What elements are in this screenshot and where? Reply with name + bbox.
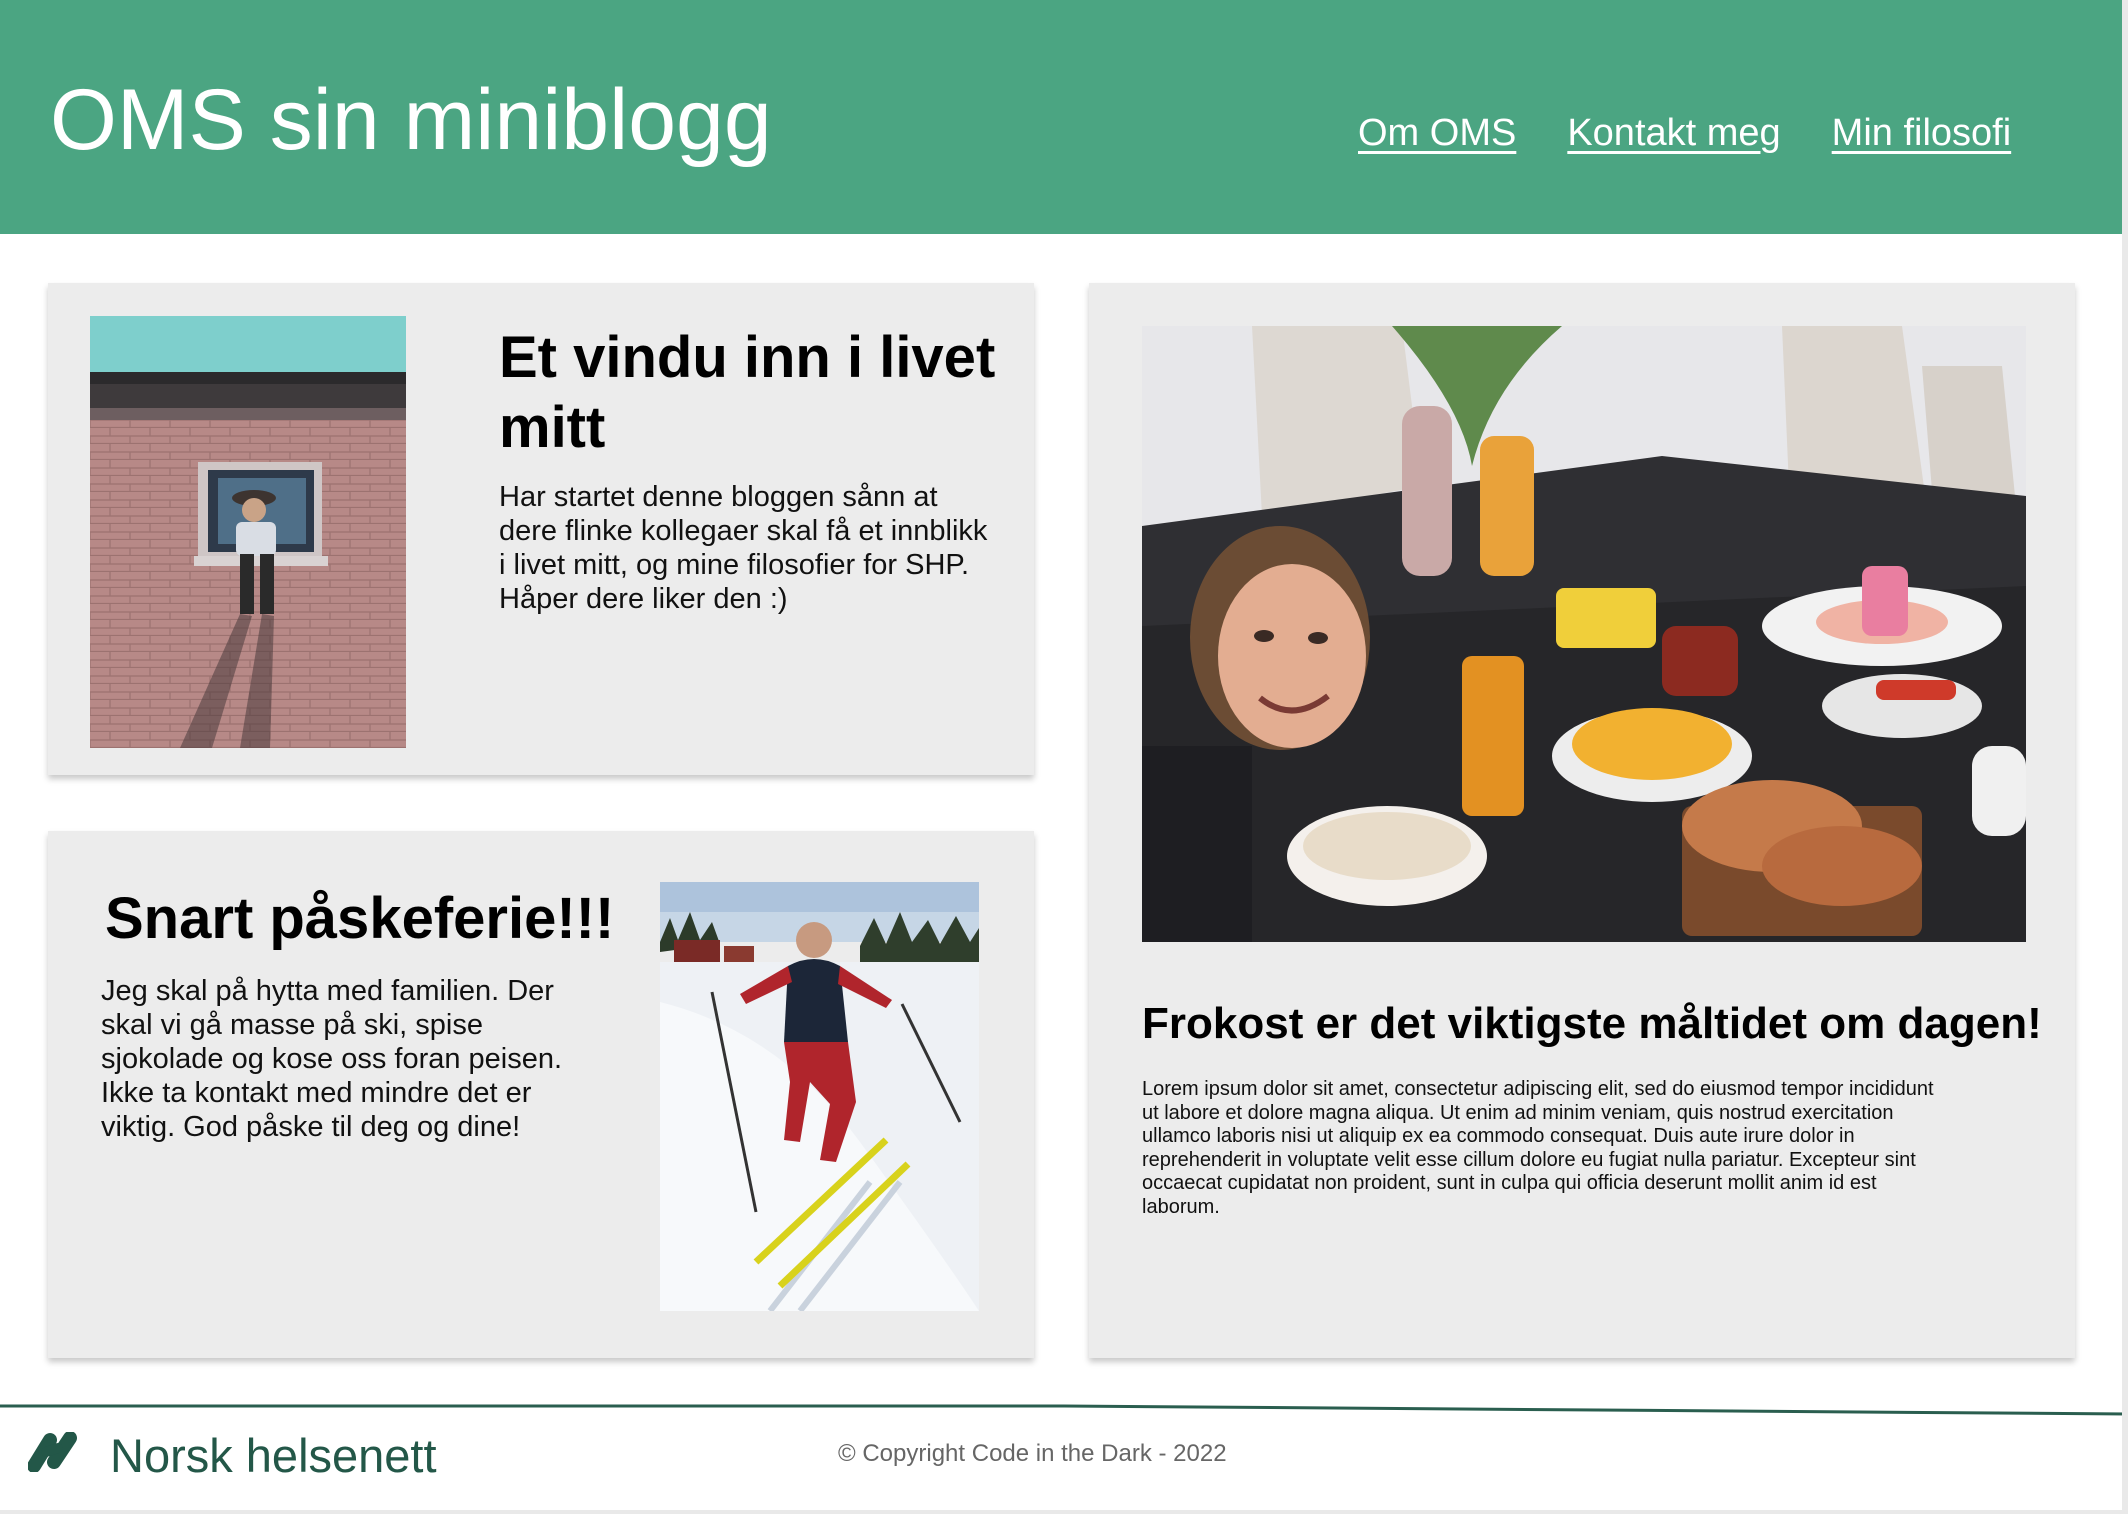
- page-edge-right: [2122, 0, 2128, 1514]
- nav-link-min-filosofi[interactable]: Min filosofi: [1832, 108, 2012, 158]
- post-card-breakfast: Frokost er det viktigste måltidet om dag…: [1089, 283, 2075, 1358]
- site-title: OMS sin miniblogg: [50, 72, 772, 168]
- skiing-photo: [660, 882, 979, 1311]
- footer-brand: Norsk helsenett: [110, 1429, 437, 1482]
- post-text-easter: Jeg skal på hytta med familien. Der skal…: [101, 975, 563, 1143]
- nav-link-om-oms[interactable]: Om OMS: [1358, 108, 1516, 158]
- nav-link-kontakt-meg[interactable]: Kontakt meg: [1567, 108, 1780, 158]
- post-text-window: Har startet denne bloggen sånn at dere f…: [499, 481, 988, 615]
- page: OMS sin miniblogg Om OMS Kontakt meg Min…: [0, 0, 2128, 1514]
- post-title-breakfast: Frokost er det viktigste måltidet om dag…: [1142, 999, 2042, 1048]
- post-title-easter: Snart påskeferie!!!: [105, 886, 615, 951]
- page-edge-bottom: [0, 1510, 2128, 1514]
- norsk-helsenett-logo-icon: [28, 1432, 92, 1472]
- footer-divider: [0, 1404, 2128, 1416]
- site-header: OMS sin miniblogg Om OMS Kontakt meg Min…: [0, 0, 2125, 234]
- main-nav: Om OMS Kontakt meg Min filosofi: [1358, 108, 2011, 158]
- window-photo: [90, 316, 406, 748]
- post-title-window: Et vindu inn i livet mitt: [499, 325, 996, 460]
- breakfast-photo: [1142, 326, 2026, 942]
- post-text-breakfast: Lorem ipsum dolor sit amet, consectetur …: [1142, 1078, 1934, 1218]
- post-card-easter: Snart påskeferie!!! Jeg skal på hytta me…: [48, 831, 1034, 1358]
- post-card-window: Et vindu inn i livet mitt Har startet de…: [48, 283, 1034, 775]
- footer-copyright: © Copyright Code in the Dark - 2022: [838, 1440, 1227, 1467]
